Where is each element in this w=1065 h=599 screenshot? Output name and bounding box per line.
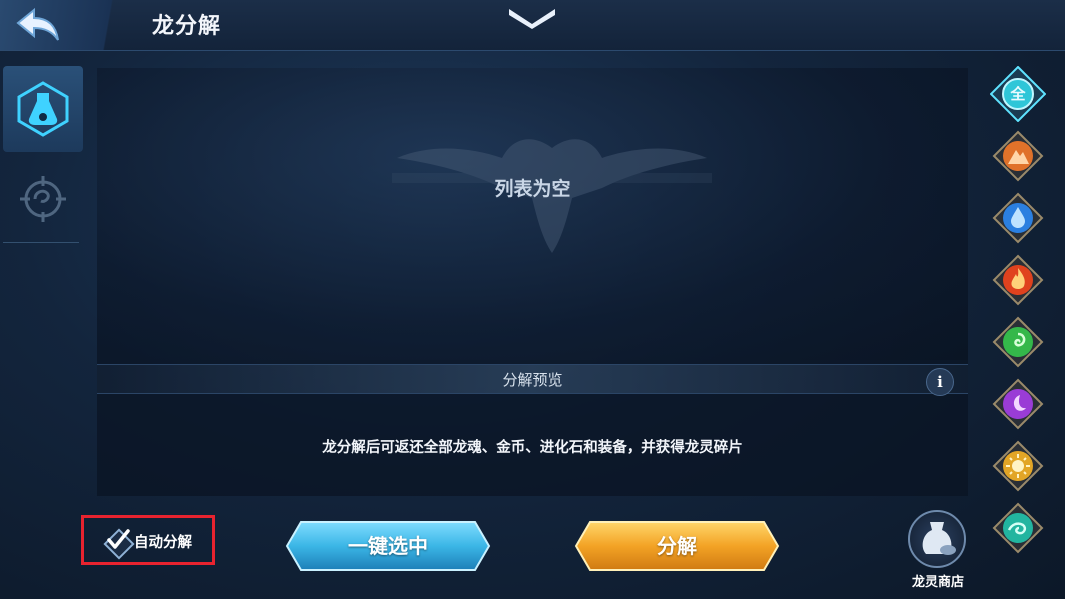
shop-label: 龙灵商店 [911, 575, 964, 590]
decompose-panel: 列表为空 分解预览 i 龙分解后可返还全部龙魂、金币、进化石和装备，并获得龙灵碎… [97, 68, 968, 496]
preview-description: 龙分解后可返还全部龙魂、金币、进化石和装备，并获得龙灵碎片 [322, 440, 743, 456]
info-icon: i [937, 373, 943, 391]
sun-icon [992, 440, 1044, 492]
element-filter-bar: 全 [990, 66, 1048, 556]
select-all-button[interactable]: 一键选中 [285, 520, 491, 572]
filter-wind[interactable] [990, 314, 1046, 370]
back-arrow-icon [16, 7, 59, 41]
mountain-icon [992, 130, 1044, 182]
tab-dragon[interactable] [3, 156, 83, 242]
checkmark-icon [107, 529, 130, 549]
collapse-button[interactable] [505, 4, 559, 30]
info-button[interactable]: i [926, 368, 954, 396]
preview-title: 分解预览 [502, 371, 563, 389]
filter-light[interactable] [990, 438, 1046, 494]
flame-icon [992, 254, 1044, 306]
filter-all[interactable]: 全 [990, 66, 1046, 122]
left-tab-bar [0, 66, 84, 246]
top-bar: 龙分解 [0, 0, 1065, 51]
dragon-list[interactable]: 列表为空 [97, 68, 968, 360]
filter-ocean[interactable] [990, 500, 1046, 556]
potion-flask-icon [17, 81, 69, 137]
chevron-down-icon [509, 9, 555, 29]
filter-fire[interactable] [990, 252, 1046, 308]
tab-divider [3, 242, 79, 243]
empty-list-text: 列表为空 [494, 178, 571, 200]
auto-decompose-label: 自动分解 [134, 535, 192, 551]
auto-decompose-toggle[interactable]: 自动分解 [81, 515, 215, 565]
back-button[interactable] [0, 0, 140, 50]
filter-water[interactable] [990, 190, 1046, 246]
all-glyph: 全 [1010, 85, 1026, 103]
dragon-crest-icon [20, 176, 66, 222]
decompose-button[interactable]: 分解 [574, 520, 780, 572]
swirl-icon [992, 316, 1044, 368]
page-title: 龙分解 [152, 14, 222, 39]
filter-dark[interactable] [990, 376, 1046, 432]
water-drop-icon [992, 192, 1044, 244]
decompose-label: 分解 [657, 534, 697, 558]
filter-earth[interactable] [990, 128, 1046, 184]
moon-icon [992, 378, 1044, 430]
tab-decompose[interactable] [3, 66, 83, 152]
select-all-label: 一键选中 [348, 534, 428, 558]
wave-swirl-icon [992, 502, 1044, 554]
potion-bag-icon [908, 510, 966, 568]
preview-header: 分解预览 [97, 364, 968, 394]
dragon-spirit-shop-button[interactable]: 龙灵商店 [906, 510, 970, 596]
